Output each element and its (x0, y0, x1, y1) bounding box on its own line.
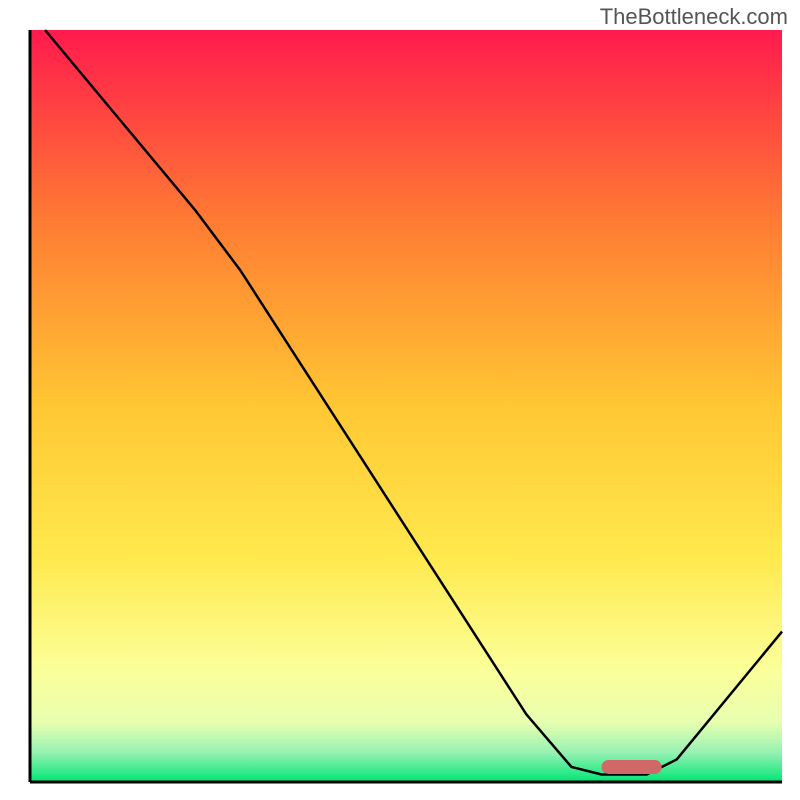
watermark-text: TheBottleneck.com (600, 4, 788, 30)
bottleneck-chart (0, 0, 800, 800)
chart-container: TheBottleneck.com (0, 0, 800, 800)
optimal-range-marker (602, 760, 662, 774)
chart-background-gradient (30, 30, 782, 782)
